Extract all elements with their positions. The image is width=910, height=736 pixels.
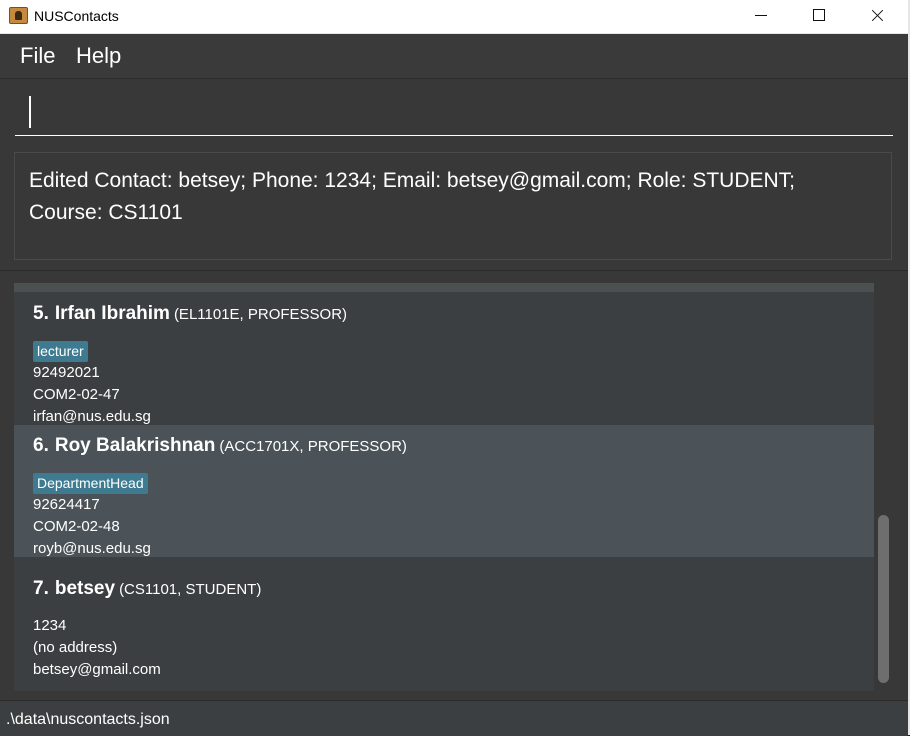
scrollbar-thumb[interactable]: [878, 515, 889, 683]
person-card[interactable]: 7. betsey (CS1101, STUDENT) 1234 (no addre…: [14, 568, 874, 691]
result-display-panel: Edited Contact: betsey; Phone: 1234; Ema…: [0, 146, 908, 270]
save-location: .\data\nuscontacts.json: [6, 711, 170, 728]
person-phone: 92492021: [33, 364, 100, 381]
vertical-scrollbar[interactable]: [874, 283, 894, 691]
person-course-role: (CS1101, STUDENT): [119, 581, 262, 598]
menu-bar: File Help: [0, 34, 908, 78]
person-index: 7.: [33, 578, 49, 599]
person-address: COM2-02-47: [33, 386, 120, 403]
result-message: Edited Contact: betsey; Phone: 1234; Ema…: [29, 169, 795, 224]
person-name: Irfan Ibrahim: [54, 303, 170, 324]
previous-card-edge: [14, 283, 874, 292]
person-name: betsey: [54, 578, 116, 599]
result-display[interactable]: Edited Contact: betsey; Phone: 1234; Ema…: [14, 152, 892, 260]
person-tag: DepartmentHead: [33, 473, 148, 494]
person-header: 6. Roy Balakrishnan (ACC1701X, PROFESSOR): [33, 435, 407, 457]
menu-help[interactable]: Help: [76, 43, 121, 69]
person-tag: lecturer: [33, 341, 88, 362]
person-card-selected[interactable]: 6. Roy Balakrishnan (ACC1701X, PROFESSOR) …: [14, 425, 874, 557]
person-course-role: (EL1101E, PROFESSOR): [173, 306, 348, 323]
text-caret: [29, 96, 31, 128]
person-header: 5. Irfan Ibrahim (EL1101E, PROFESSOR): [33, 303, 347, 325]
person-header: 7. betsey (CS1101, STUDENT): [33, 578, 261, 600]
command-input[interactable]: [15, 85, 893, 136]
person-phone: 1234: [33, 617, 67, 634]
window-title: NUSContacts: [34, 8, 119, 24]
person-list[interactable]: 5. Irfan Ibrahim (EL1101E, PROFESSOR) lect…: [14, 283, 874, 691]
person-card[interactable]: 5. Irfan Ibrahim (EL1101E, PROFESSOR) lect…: [14, 293, 874, 425]
title-bar: NUSContacts: [0, 0, 908, 34]
person-index: 6.: [33, 435, 49, 456]
status-bar: .\data\nuscontacts.json: [0, 700, 908, 736]
person-address: (no address): [33, 639, 118, 656]
close-icon[interactable]: [848, 0, 906, 33]
minimize-icon[interactable]: [732, 0, 790, 33]
person-phone: 92624417: [33, 496, 100, 513]
person-address: COM2-02-48: [33, 518, 120, 535]
person-email: royb@nus.edu.sg: [33, 540, 151, 557]
person-course-role: (ACC1701X, PROFESSOR): [219, 438, 407, 455]
person-list-panel: 5. Irfan Ibrahim (EL1101E, PROFESSOR) lect…: [0, 270, 908, 701]
person-email: irfan@nus.edu.sg: [33, 408, 151, 425]
command-box: [0, 78, 908, 147]
person-email: betsey@gmail.com: [33, 661, 161, 678]
address-book-icon: [9, 7, 28, 24]
maximize-icon[interactable]: [790, 0, 848, 33]
person-index: 5.: [33, 303, 49, 324]
person-name: Roy Balakrishnan: [54, 435, 216, 456]
menu-file[interactable]: File: [20, 43, 55, 69]
